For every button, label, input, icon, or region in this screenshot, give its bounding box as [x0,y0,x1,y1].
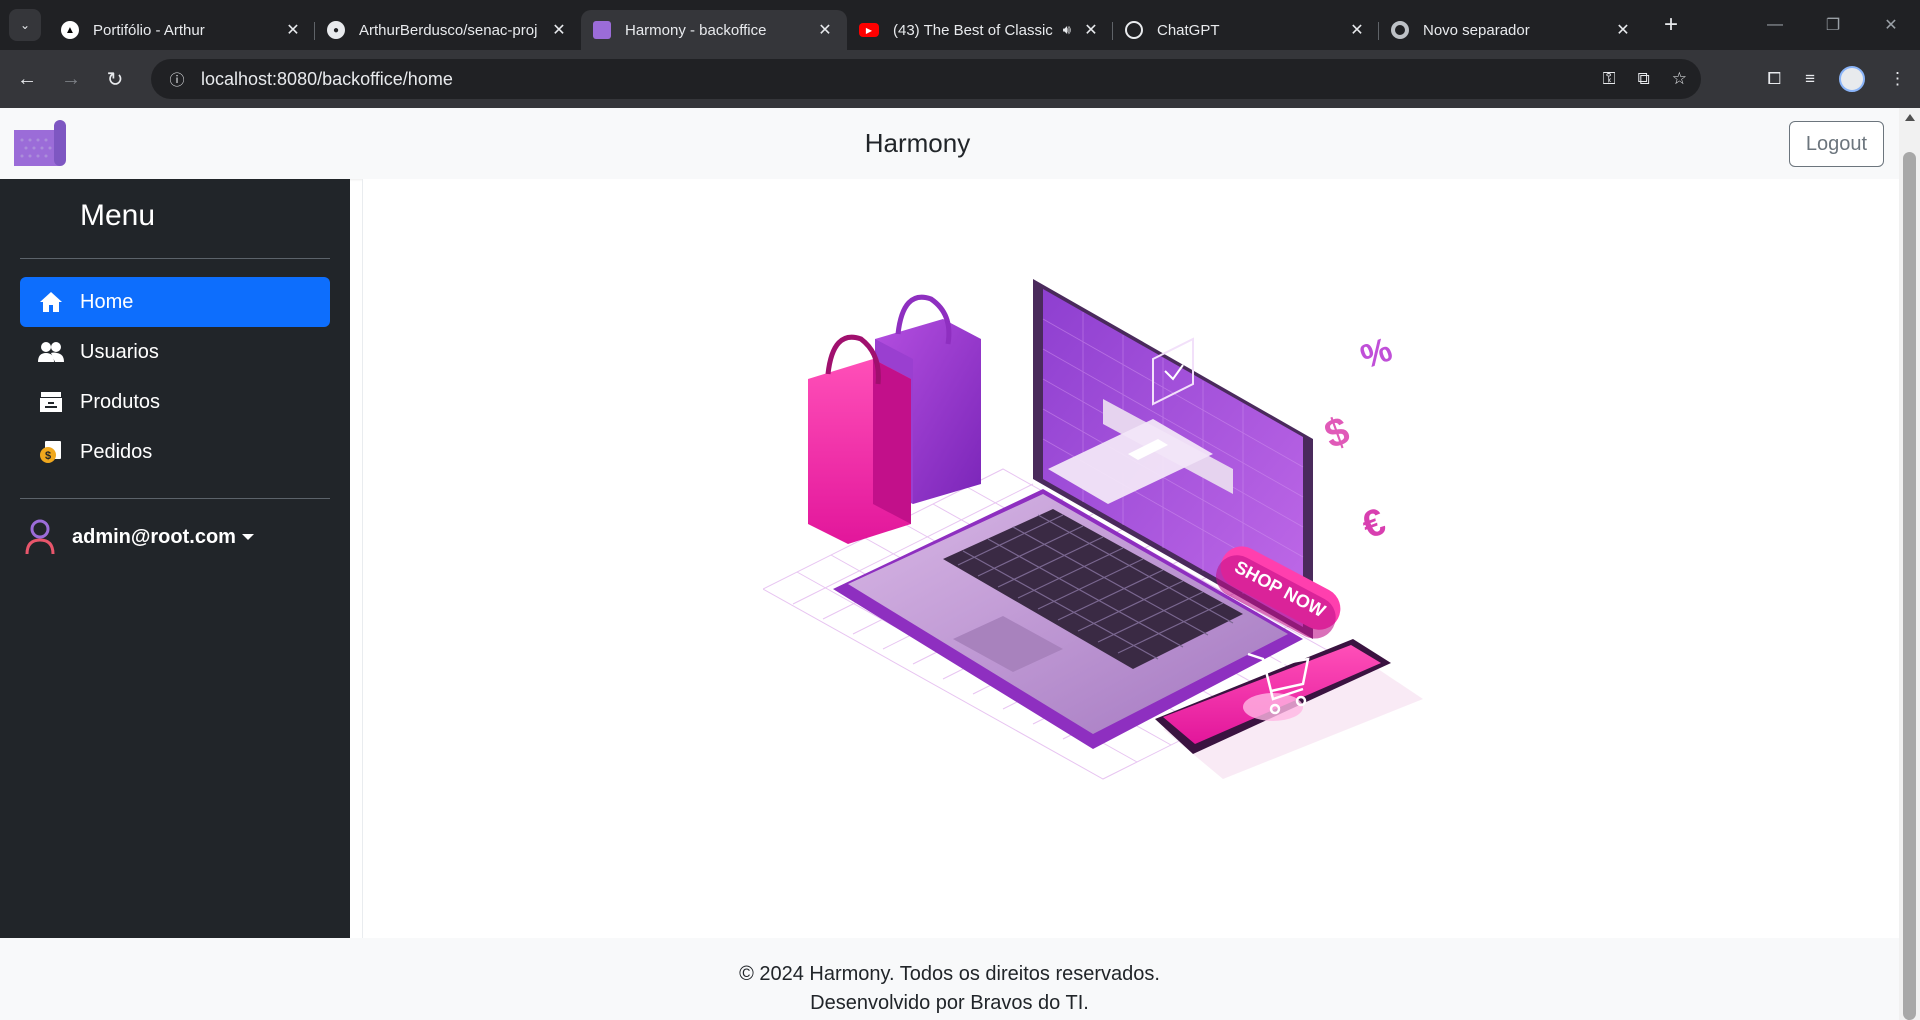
window-controls: — ❐ ✕ [1746,0,1920,50]
browser-tab[interactable]: ● ArthurBerdusco/senac-proj ✕ [315,10,581,50]
page-scrollbar[interactable] [1899,108,1920,1020]
browser-tab[interactable]: Novo separador ✕ [1379,10,1645,50]
browser-tab[interactable]: ▶ (43) The Best of Classic 🔊︎ ✕ [847,10,1113,50]
user-avatar-icon [25,519,55,555]
tab-search-button[interactable]: ⌄ [9,9,41,41]
browser-tab-bar: ⌄ ▲ Portifólio - Arthur ✕ ● ArthurBerdus… [0,0,1920,50]
harmony-icon [593,21,611,39]
divider [20,258,330,259]
home-icon [38,290,64,314]
copyright-text: © 2024 Harmony. Todos os direitos reserv… [739,963,1160,985]
logout-button[interactable]: Logout [1789,121,1884,167]
close-icon[interactable]: ✕ [1613,20,1633,40]
minimize-button[interactable]: — [1746,0,1804,50]
chatgpt-icon [1125,21,1143,39]
main-content: SHOP NOW % $ € [362,179,1899,939]
svg-text:%: % [1356,330,1397,376]
speaker-icon[interactable]: 🔊︎ [1063,22,1071,38]
svg-text:$: $ [45,450,51,462]
media-control-icon[interactable]: ≡ [1805,69,1815,89]
password-key-icon[interactable]: ⚿ [1603,69,1616,89]
browser-tab[interactable]: ▲ Portifólio - Arthur ✕ [49,10,315,50]
svg-text:€: € [1357,501,1391,548]
more-menu-icon[interactable]: ⋮ [1889,69,1906,89]
scrollbar-thumb[interactable] [1903,152,1916,1020]
close-icon[interactable]: ✕ [1347,20,1367,40]
tab-title: Portifólio - Arthur [93,21,205,39]
web-page: Harmony Logout Menu Home Usuarios Produt… [0,108,1899,1020]
toolbar-actions: ⧠ ≡ ⋮ [1767,59,1906,99]
browser-tab-active[interactable]: Harmony - backoffice ✕ [581,10,847,50]
scroll-up-arrow-icon[interactable] [1905,114,1915,121]
sidebar-item-label: Usuarios [80,340,159,363]
products-icon [38,390,64,414]
bookmark-star-icon[interactable]: ☆ [1672,69,1687,89]
triangle-icon: ▲ [61,21,79,39]
tab-title: ChatGPT [1157,21,1220,39]
tab-title: Harmony - backoffice [625,21,767,39]
sidebar-item-label: Produtos [80,390,161,413]
sidebar-item-label: Home [80,290,134,313]
profile-avatar[interactable] [1839,66,1865,92]
window-close-button[interactable]: ✕ [1862,0,1920,50]
browser-toolbar: ← → ↻ ⓘ localhost:8080/backoffice/home ⚿… [0,50,1920,108]
users-icon [38,340,64,364]
new-tab-button[interactable]: + [1655,9,1687,41]
tab-title: (43) The Best of Classic [893,21,1053,39]
menu-title: Menu [80,199,156,232]
page-title: Harmony [864,128,971,158]
tab-title: ArthurBerdusco/senac-proj [359,21,538,39]
url-text: localhost:8080/backoffice/home [201,68,453,89]
sidebar-item-usuarios[interactable]: Usuarios [20,327,330,377]
browser-tab[interactable]: ChatGPT ✕ [1113,10,1379,50]
sidebar-item-home[interactable]: Home [20,277,330,327]
tab-title: Novo separador [1423,21,1530,39]
close-icon[interactable]: ✕ [549,20,569,40]
user-email: admin@root.com [72,525,236,548]
github-icon: ● [327,21,345,39]
close-icon[interactable]: ✕ [815,20,835,40]
caret-down-icon [241,534,254,540]
user-dropdown[interactable]: admin@root.com [24,519,254,555]
divider [20,498,330,499]
sidebar: Menu Home Usuarios Produtos $ Pedidos ad… [0,179,350,939]
address-bar[interactable]: ⓘ localhost:8080/backoffice/home ⚿ ⧉ ☆ [151,59,1701,99]
orders-icon: $ [38,440,64,464]
forward-button[interactable]: → [54,62,88,96]
footer: © 2024 Harmony. Todos os direitos reserv… [0,938,1899,1020]
back-button[interactable]: ← [10,62,44,96]
close-icon[interactable]: ✕ [1081,20,1101,40]
translate-icon[interactable]: ⧉ [1638,69,1650,89]
sidebar-item-produtos[interactable]: Produtos [20,377,330,427]
credits-text: Desenvolvido por Bravos do TI. [810,992,1089,1014]
site-info-icon[interactable]: ⓘ [157,69,197,90]
close-icon[interactable]: ✕ [283,20,303,40]
extensions-icon[interactable]: ⧠ [1767,69,1781,89]
chrome-icon [1391,21,1409,39]
ecommerce-illustration: SHOP NOW % $ € [763,279,1423,780]
reload-button[interactable]: ↻ [98,62,132,96]
youtube-icon: ▶ [859,23,879,37]
sidebar-item-pedidos[interactable]: $ Pedidos [20,427,330,477]
address-bar-actions: ⚿ ⧉ ☆ [1603,59,1687,99]
sidebar-item-label: Pedidos [80,440,153,463]
restore-button[interactable]: ❐ [1804,0,1862,50]
app-header: Harmony Logout [0,108,1899,179]
svg-text:$: $ [1319,409,1355,458]
